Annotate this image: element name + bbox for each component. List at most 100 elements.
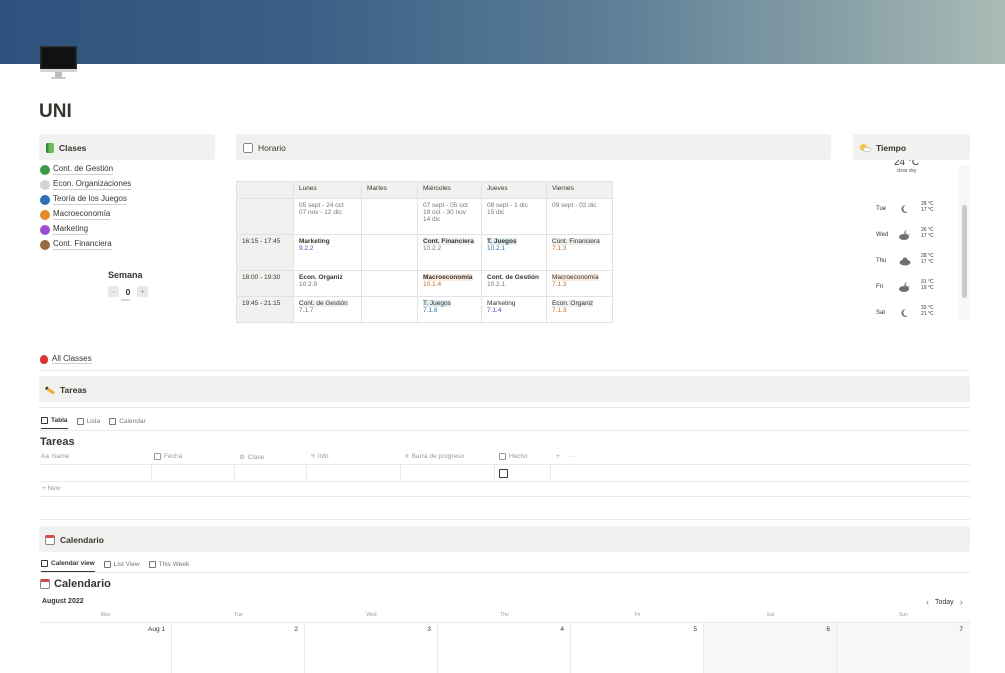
table-header-cell: Jueves xyxy=(481,181,547,199)
horario-callout: Horario xyxy=(236,134,831,160)
class-link-cont-gestion[interactable]: Cont. de Gestión xyxy=(40,164,114,175)
class-cell: T. Juegos 7.1.8 xyxy=(417,296,482,323)
hecho-checkbox[interactable] xyxy=(499,469,508,478)
more-options-button[interactable]: ··· xyxy=(569,453,576,460)
column-header-clase[interactable]: ⚙ Clase xyxy=(239,453,264,462)
month-label: August 2022 xyxy=(42,598,84,605)
table-header-row: Lunes Martes Miércoles Jueves Viernes xyxy=(236,181,613,199)
row-divider xyxy=(39,464,970,465)
class-link-marketing[interactable]: Marketing xyxy=(40,224,89,235)
add-column-button[interactable]: + xyxy=(556,453,560,460)
room-number: 7.1.3 xyxy=(552,245,567,252)
calendar-day[interactable]: 6 xyxy=(704,626,830,633)
prev-month-button[interactable]: ‹ xyxy=(926,597,929,607)
tab-tabla[interactable]: Tabla xyxy=(41,417,68,429)
tab-calendar[interactable]: Calendar xyxy=(109,417,146,429)
calendar-day[interactable]: 3 xyxy=(305,626,431,633)
class-name: Cont. de Gestión xyxy=(487,274,539,281)
class-page-icon xyxy=(40,239,50,250)
class-label: Cont. Financiera xyxy=(53,239,112,250)
class-link-cont-financiera[interactable]: Cont. Financiera xyxy=(40,239,112,250)
forecast-low: 19 °C xyxy=(921,285,934,291)
calendar-day[interactable]: 2 xyxy=(172,626,298,633)
class-page-icon xyxy=(40,179,50,190)
class-link-teoria-juegos[interactable]: Teoría de los Juegos xyxy=(40,194,127,205)
class-cell xyxy=(361,234,418,271)
column-label: Name xyxy=(51,453,70,460)
apple-icon xyxy=(40,354,48,364)
tab-lista[interactable]: Lista xyxy=(76,417,100,429)
table-icon xyxy=(41,417,48,424)
calendario-db-header: Calendario xyxy=(40,578,111,590)
text-property-icon: Aa xyxy=(41,453,49,460)
class-cell: Cont. Financiera 7.1.3 xyxy=(546,234,613,271)
relation-property-icon: ⚙ xyxy=(239,454,245,461)
increment-button[interactable]: + xyxy=(137,286,148,297)
next-month-button[interactable]: › xyxy=(960,597,963,607)
tiempo-title: Tiempo xyxy=(876,143,907,153)
class-name: Macroeconomía xyxy=(552,274,599,281)
room-number: 10.2.2 xyxy=(423,245,442,252)
forecast-low: 17 °C xyxy=(921,259,934,265)
date-range-cell: 09 sept - 02 dic xyxy=(546,198,613,235)
class-link-macro[interactable]: Macroeconomía xyxy=(40,209,111,220)
class-cell: Macroeconomía 7.1.3 xyxy=(546,270,613,297)
tab-this-week[interactable]: This Week xyxy=(148,560,189,572)
forecast-low: 17 °C xyxy=(921,233,934,239)
calendar-day[interactable]: Aug 1 xyxy=(39,626,165,633)
column-header-hecho[interactable]: Hecho xyxy=(499,453,528,460)
class-name: Macroeconomía xyxy=(423,274,473,281)
all-classes-label: All Classes xyxy=(52,354,92,364)
column-header-progreso[interactable]: # Barra de progreso xyxy=(405,453,464,460)
class-label: Teoría de los Juegos xyxy=(53,194,127,205)
calendar-day[interactable]: 7 xyxy=(837,626,963,633)
column-header-info[interactable]: ≡ Info xyxy=(311,453,329,460)
room-number: 7.1.7 xyxy=(299,307,314,314)
tareas-view-tabs: Tabla Lista Calendar xyxy=(41,417,146,429)
room-number: 7.1.8 xyxy=(423,307,438,314)
computer-icon[interactable] xyxy=(40,46,77,80)
room-number: 10.2.9 xyxy=(299,281,318,288)
table-header-cell: Lunes xyxy=(293,181,362,199)
time-slot-cell: 19:45 - 21:15 xyxy=(236,296,294,323)
class-name: Cont. de Gestión xyxy=(299,300,348,307)
tab-calendar-view[interactable]: Calendar view xyxy=(41,560,95,572)
class-label: Cont. de Gestión xyxy=(53,164,114,175)
calendar-day[interactable]: 5 xyxy=(571,626,697,633)
class-link-econ-org[interactable]: Econ. Organizaciones xyxy=(40,179,132,190)
calendar-day[interactable]: 4 xyxy=(438,626,564,633)
column-header-name[interactable]: Aa Name xyxy=(41,453,69,460)
tareas-db-title: Tareas xyxy=(40,436,75,448)
divider xyxy=(39,370,970,371)
class-page-icon xyxy=(40,209,50,220)
cloud-icon xyxy=(899,257,911,266)
tab-list-view[interactable]: List View xyxy=(103,560,140,572)
room-number: 10.2.1 xyxy=(487,245,506,252)
weekday-header: Tue xyxy=(234,612,243,618)
column-divider xyxy=(400,464,401,481)
class-cell: Cont. de Gestión 7.1.7 xyxy=(293,296,362,323)
column-divider xyxy=(151,464,152,481)
forecast-temps: 26 °C 17 °C xyxy=(921,227,934,239)
schedule-table: Lunes Martes Miércoles Jueves Viernes 05… xyxy=(236,181,613,323)
divider xyxy=(39,407,970,408)
page-title: UNI xyxy=(39,101,72,122)
new-row-button[interactable]: + New xyxy=(42,485,61,492)
today-button[interactable]: Today xyxy=(935,599,954,606)
sun-cloud-icon xyxy=(860,143,871,153)
cloud-moon-icon xyxy=(899,230,910,240)
class-label: Macroeconomía xyxy=(53,209,111,220)
reset-link[interactable]: reset xyxy=(121,297,130,302)
column-header-fecha[interactable]: Fecha xyxy=(154,453,182,460)
class-name: Econ. Organiz xyxy=(552,300,594,307)
all-classes-link[interactable]: All Classes xyxy=(40,354,92,364)
class-name: Marketing xyxy=(487,300,516,307)
class-page-icon xyxy=(40,224,50,235)
book-icon xyxy=(46,143,54,153)
weekday-header: Sat xyxy=(766,612,775,618)
table-header-cell: Miércoles xyxy=(417,181,482,199)
row-divider xyxy=(39,496,970,497)
decrement-button[interactable]: - xyxy=(108,286,119,297)
forecast-row: Wed 26 °C 17 °C xyxy=(859,227,954,243)
column-label: Info xyxy=(317,453,329,460)
